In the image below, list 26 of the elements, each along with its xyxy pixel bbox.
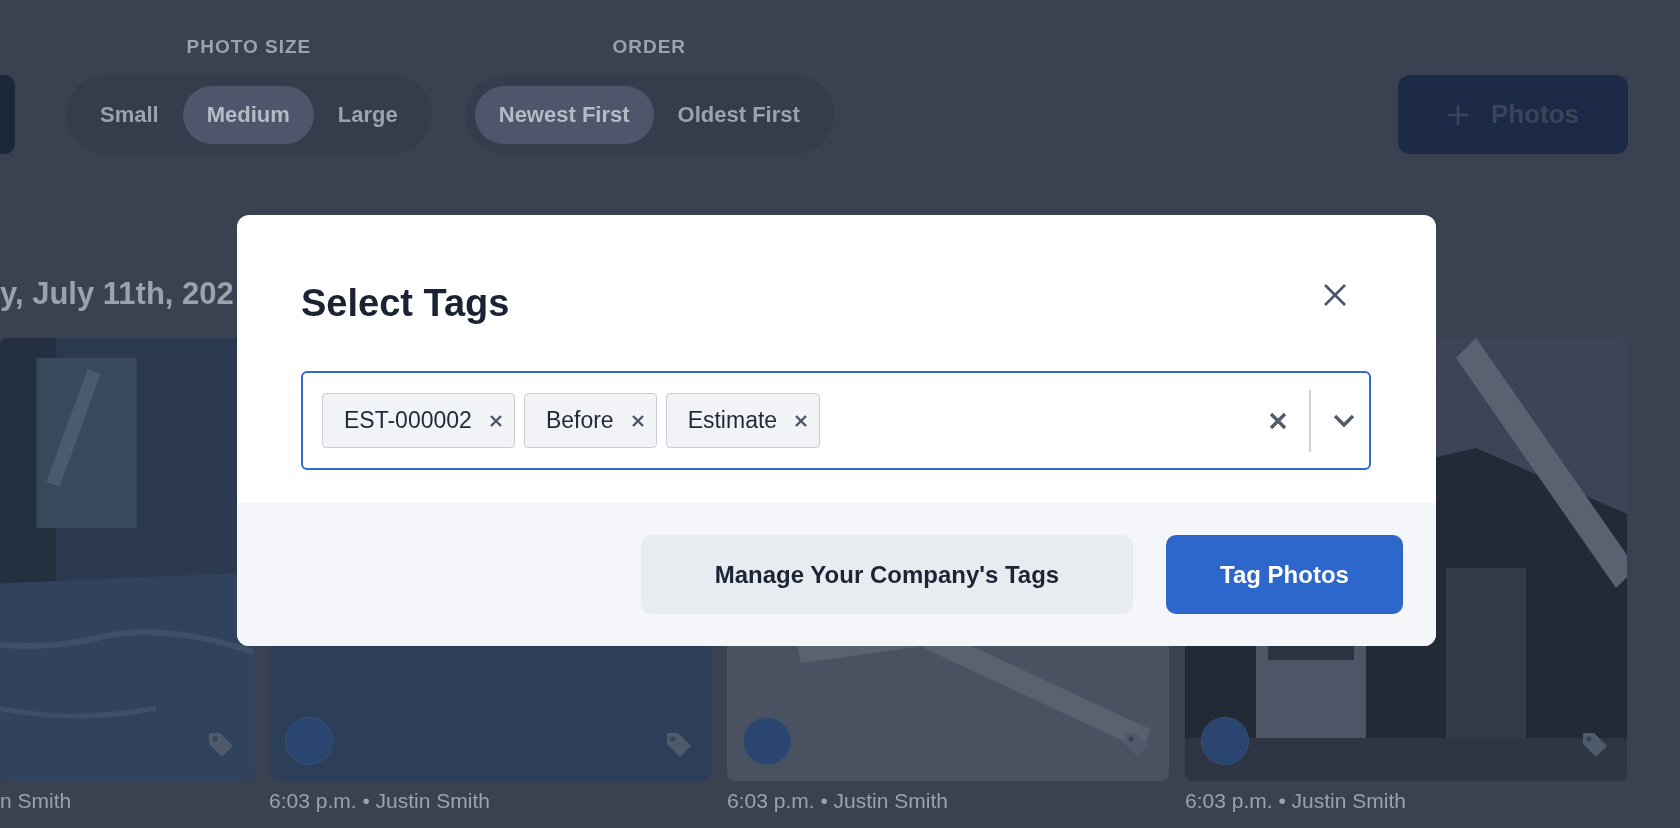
tag-select-field[interactable]: EST-000002 Before Estimate <box>301 371 1371 470</box>
clear-icon[interactable] <box>1269 411 1287 430</box>
date-heading: y, July 11th, 202 <box>0 275 234 313</box>
photo-caption: 6:03 p.m. • Justin Smith <box>1185 789 1407 813</box>
tag-photos-button[interactable]: Tag Photos <box>1166 535 1403 614</box>
photo-caption: 6:03 p.m. • Justin Smith <box>269 789 491 813</box>
segment-option[interactable]: Small <box>76 85 183 144</box>
photo-caption: n Smith <box>0 789 73 813</box>
tag-label: EST-000002 <box>344 407 472 434</box>
remove-icon[interactable] <box>795 414 808 427</box>
tag-label: Estimate <box>687 407 778 434</box>
photo-caption: 6:03 p.m. • Justin Smith <box>727 789 949 813</box>
group-label: PHOTO SIZE <box>186 35 312 59</box>
segment-option[interactable]: Newest First <box>474 85 654 144</box>
segment-option[interactable]: Medium <box>182 85 314 144</box>
manage-tags-button[interactable]: Manage Your Company's Tags <box>641 535 1133 614</box>
remove-icon[interactable] <box>489 414 502 427</box>
group-label: ORDER <box>612 35 687 59</box>
segment-option[interactable]: Large <box>313 85 422 144</box>
segment-option[interactable]: Oldest First <box>653 85 824 144</box>
dialog-title: Select Tags <box>301 281 510 326</box>
tag-label: Before <box>545 407 614 434</box>
remove-icon[interactable] <box>631 414 644 427</box>
plus-icon <box>1446 103 1469 126</box>
close-icon[interactable] <box>1323 283 1347 307</box>
chevron-down-icon[interactable] <box>1333 413 1355 428</box>
